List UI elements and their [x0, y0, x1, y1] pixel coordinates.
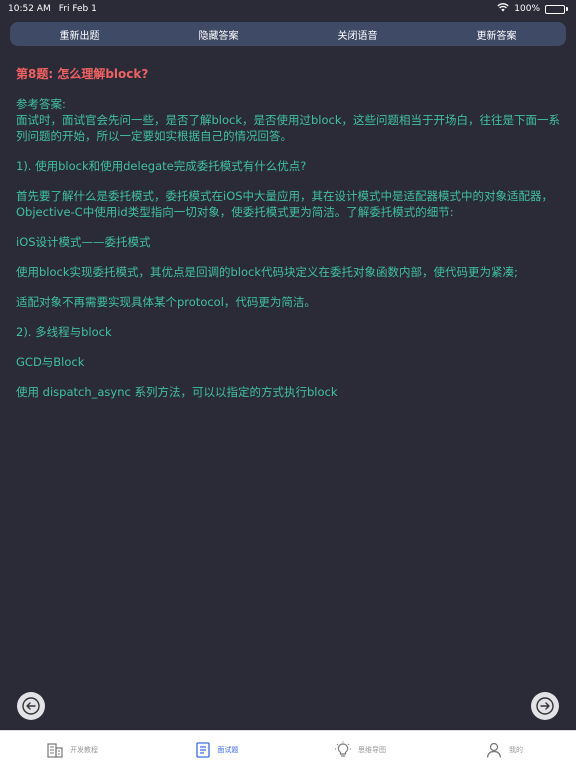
- status-bar: 10:52 AM Fri Feb 1 100%: [0, 0, 576, 18]
- answer-paragraph: 使用 dispatch_async 系列方法，可以以指定的方式执行block: [16, 385, 338, 399]
- answer-paragraph: iOS设计模式——委托模式: [16, 235, 151, 249]
- hide-answer-button[interactable]: 隐藏答案: [149, 27, 288, 42]
- question-content: 第8题: 怎么理解block? 参考答案: 面试时，面试官会先问一些，是否了解b…: [16, 66, 562, 414]
- next-question-button[interactable]: [531, 692, 559, 720]
- update-answer-button[interactable]: 更新答案: [427, 27, 566, 42]
- answer-paragraph: 参考答案: 面试时，面试官会先问一些，是否了解block，是否使用过block，…: [16, 97, 561, 143]
- regenerate-question-button[interactable]: 重新出题: [10, 27, 149, 42]
- battery-icon: [545, 4, 568, 14]
- status-date: Fri Feb 1: [58, 4, 97, 14]
- tab-tutorials[interactable]: 开发教程: [0, 741, 144, 759]
- lightbulb-icon: [335, 741, 351, 757]
- answer-paragraph: GCD与Block: [16, 355, 85, 369]
- tab-interview-questions[interactable]: 面试题: [144, 741, 288, 759]
- tab-bar: 开发教程 面试题 思维导图 我的: [0, 730, 576, 768]
- previous-question-button[interactable]: [17, 692, 45, 720]
- tab-label: 面试题: [217, 745, 239, 754]
- answer-paragraph: 首先要了解什么是委托模式，委托模式在iOS中大量应用，其在设计模式中是适配器模式…: [16, 189, 554, 219]
- tab-label: 开发教程: [70, 745, 98, 754]
- mute-voice-button[interactable]: 关闭语音: [288, 27, 427, 42]
- wifi-icon: [497, 3, 509, 15]
- arrow-left-icon: [22, 697, 40, 715]
- document-icon: [195, 741, 210, 758]
- action-toolbar: 重新出题 隐藏答案 关闭语音 更新答案: [10, 22, 566, 46]
- answer-paragraph: 适配对象不再需要实现具体某个protocol，代码更为简洁。: [16, 295, 316, 309]
- user-icon: [486, 742, 502, 758]
- answer-paragraph: 1). 使用block和使用delegate完成委托模式有什么优点?: [16, 159, 307, 173]
- tab-label: 我的: [509, 745, 523, 754]
- arrow-right-icon: [536, 697, 554, 715]
- building-icon: [47, 742, 63, 758]
- battery-percent: 100%: [514, 4, 540, 14]
- tab-profile[interactable]: 我的: [432, 741, 576, 759]
- status-time: 10:52 AM: [8, 4, 51, 14]
- answer-paragraph: 2). 多线程与block: [16, 325, 112, 339]
- question-title: 第8题: 怎么理解block?: [16, 67, 149, 81]
- answer-paragraph: 使用block实现委托模式，其优点是回调的block代码块定义在委托对象函数内部…: [16, 265, 518, 279]
- tab-mind-map[interactable]: 思维导图: [288, 741, 432, 759]
- tab-label: 思维导图: [358, 745, 386, 754]
